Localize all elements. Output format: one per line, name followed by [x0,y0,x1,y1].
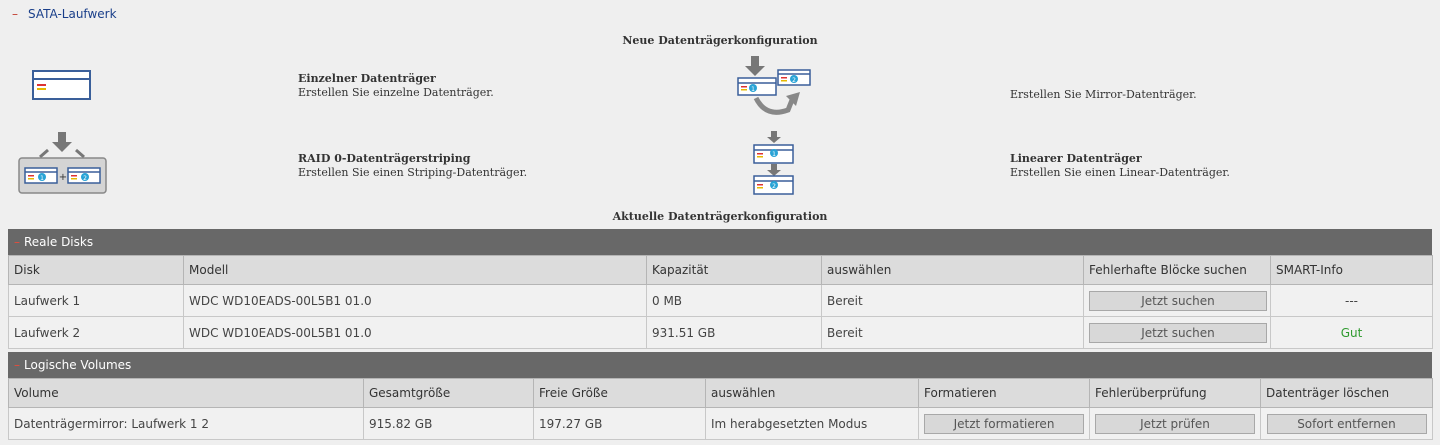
disk-status: Bereit [821,284,1084,317]
check-now-button[interactable]: Jetzt prüfen [1095,413,1255,434]
table-row: Laufwerk 2 WDC WD10EADS-00L5B1 01.0 931.… [8,316,1433,349]
table-row: Laufwerk 1 WDC WD10EADS-00L5B1 01.0 0 MB… [8,284,1433,317]
disk-status: Bereit [821,316,1084,349]
disk-capacity: 931.51 GB [646,316,822,349]
option-single-title[interactable]: Einzelner Datenträger [298,72,494,86]
real-disks-header[interactable]: – Reale Disks [8,229,1432,255]
collapse-icon[interactable]: – [12,7,18,21]
col-capacity: Kapazität [646,255,822,285]
option-striping[interactable]: RAID 0-Datenträgerstriping Erstellen Sie… [298,152,527,180]
remove-now-button[interactable]: Sofort entfernen [1266,413,1427,434]
option-linear-desc: Erstellen Sie einen Linear-Datenträger. [1010,166,1230,179]
volume-status: Im herabgesetzten Modus [705,407,919,440]
option-linear[interactable]: Linearer Datenträger Erstellen Sie einen… [1010,152,1230,180]
col-volume: Volume [8,378,364,408]
section-title[interactable]: SATA-Laufwerk [28,7,117,21]
col-format: Formatieren [918,378,1090,408]
disk-model: WDC WD10EADS-00L5B1 01.0 [183,316,647,349]
volume-free: 197.27 GB [533,407,706,440]
col-bad-blocks: Fehlerhafte Blöcke suchen [1083,255,1271,285]
scan-now-button[interactable]: Jetzt suchen [1089,322,1267,343]
option-mirror-desc: Erstellen Sie Mirror-Datenträger. [1010,88,1197,101]
collapse-icon[interactable]: – [14,358,20,372]
svg-text:+: + [59,172,67,183]
option-mirror[interactable]: Erstellen Sie Mirror-Datenträger. [1010,88,1197,102]
logical-volumes-header[interactable]: – Logische Volumes [8,352,1432,378]
svg-text:2: 2 [772,183,776,190]
linear-disk-icon[interactable]: 1 2 [752,130,796,196]
disk-name: Laufwerk 2 [8,316,184,349]
striping-disk-icon[interactable]: 1 + 2 [18,130,108,196]
volume-total: 915.82 GB [363,407,534,440]
scan-now-button[interactable]: Jetzt suchen [1089,290,1267,311]
col-select: auswählen [705,378,919,408]
real-disks-title: Reale Disks [24,235,94,249]
logical-volumes-title: Logische Volumes [24,358,132,372]
smart-info-link[interactable]: Gut [1270,316,1433,349]
col-error-check: Fehlerüberprüfung [1089,378,1261,408]
real-disks-panel: – Reale Disks Disk Modell Kapazität auswä… [8,229,1433,349]
volume-name: Datenträgermirror: Laufwerk 1 2 [8,407,364,440]
new-config-title: Neue Datenträgerkonfiguration [622,34,818,47]
real-disks-table: Disk Modell Kapazität auswählen Fehlerha… [8,255,1433,349]
single-disk-icon[interactable] [32,70,92,102]
logical-volumes-panel: – Logische Volumes Volume Gesamtgröße Fre… [8,352,1433,440]
disk-capacity: 0 MB [646,284,822,317]
option-single[interactable]: Einzelner Datenträger Erstellen Sie einz… [298,72,494,100]
col-smart: SMART-Info [1270,255,1433,285]
col-model: Modell [183,255,647,285]
mirror-disk-icon[interactable]: 1 2 [736,54,814,120]
option-striping-desc: Erstellen Sie einen Striping-Datenträger… [298,166,528,179]
section-header[interactable]: – SATA-Laufwerk [12,7,117,21]
svg-text:1: 1 [40,175,44,182]
col-disk: Disk [8,255,184,285]
option-striping-title[interactable]: RAID 0-Datenträgerstriping [298,152,527,166]
logical-volumes-table: Volume Gesamtgröße Freie Größe auswählen… [8,378,1433,440]
col-free-size: Freie Größe [533,378,706,408]
svg-text:2: 2 [792,77,796,84]
disk-model: WDC WD10EADS-00L5B1 01.0 [183,284,647,317]
option-single-desc: Erstellen Sie einzelne Datenträger. [298,86,494,99]
collapse-icon[interactable]: – [14,235,20,249]
table-header-row: Volume Gesamtgröße Freie Größe auswählen… [8,378,1433,408]
svg-text:1: 1 [751,86,755,93]
option-linear-title[interactable]: Linearer Datenträger [1010,152,1230,166]
col-delete: Datenträger löschen [1260,378,1433,408]
col-total-size: Gesamtgröße [363,378,534,408]
current-config-title: Aktuelle Datenträgerkonfiguration [612,210,828,223]
svg-text:2: 2 [83,175,87,182]
table-header-row: Disk Modell Kapazität auswählen Fehlerha… [8,255,1433,285]
smart-info: --- [1270,284,1433,317]
svg-text:1: 1 [772,151,776,158]
col-select: auswählen [821,255,1084,285]
format-now-button[interactable]: Jetzt formatieren [924,413,1084,434]
table-row: Datenträgermirror: Laufwerk 1 2 915.82 G… [8,407,1433,440]
disk-name: Laufwerk 1 [8,284,184,317]
